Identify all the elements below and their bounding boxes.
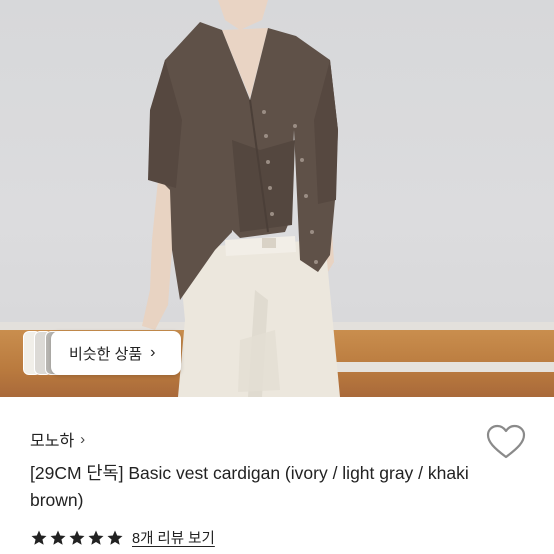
star-rating [30,529,124,547]
star-icon [88,530,104,545]
product-info: 모노하 › [29CM 단독] Basic vest cardigan (ivo… [0,397,554,554]
star-icon [50,530,66,545]
rating-row: 8개 리뷰 보기 [30,527,215,548]
brand-link[interactable]: 모노하 › [30,427,85,451]
similar-products-button[interactable]: 비슷한 상품 › [51,331,181,375]
chevron-right-icon: › [80,430,86,448]
heart-icon[interactable] [486,424,526,460]
brand-name: 모노하 [30,433,75,450]
product-title: [29CM 단독] Basic vest cardigan (ivory / l… [30,463,469,510]
star-icon [31,530,47,545]
similar-products-label: 비슷한 상품 [69,345,143,363]
chevron-right-icon: › [150,344,156,361]
product-photo[interactable]: 비슷한 상품 › [0,0,554,397]
similar-products-chip[interactable]: 비슷한 상품 › [23,331,181,375]
star-icon [107,530,123,545]
star-icon [69,530,85,545]
review-link[interactable]: 8개 리뷰 보기 [132,527,215,548]
